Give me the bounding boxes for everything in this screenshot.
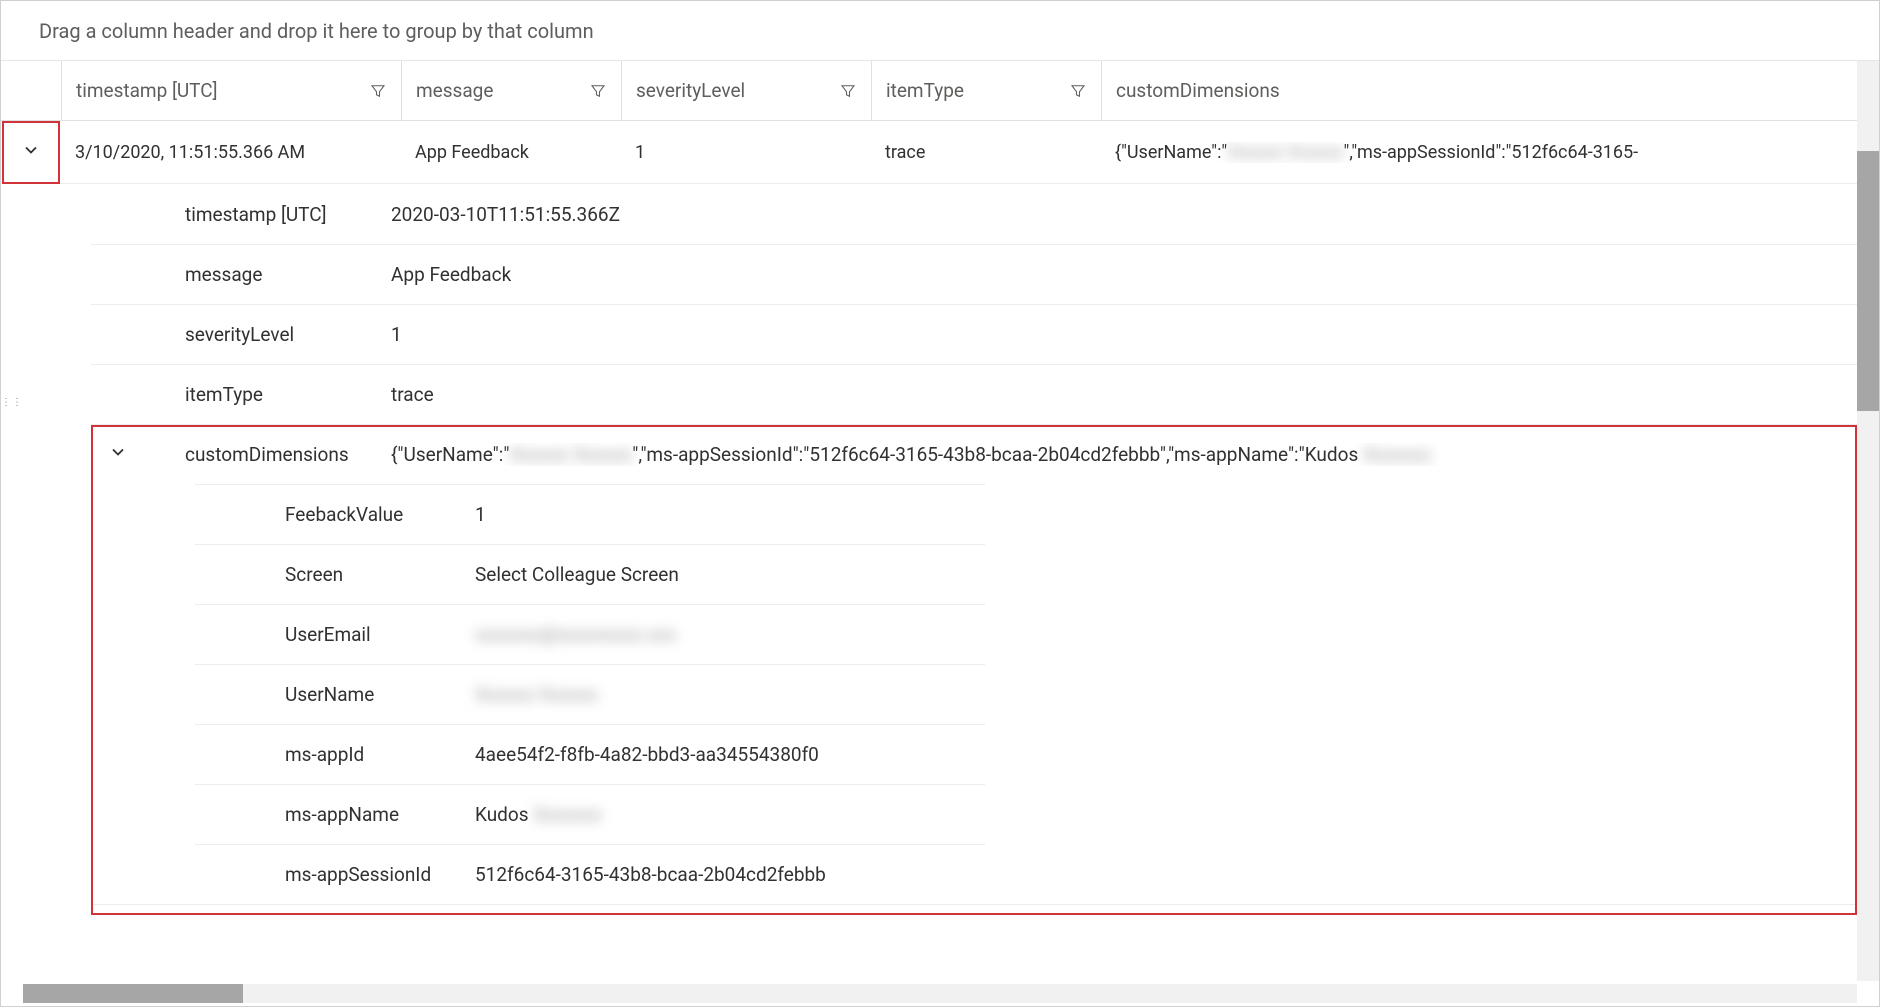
- scrollbar-thumb[interactable]: [1857, 151, 1879, 411]
- horizontal-scrollbar[interactable]: [1, 981, 1857, 1006]
- nested-value: 1: [475, 503, 985, 526]
- results-grid: timestamp [UTC] message severityLevel it…: [1, 61, 1879, 1006]
- nested-key: FeebackValue: [195, 503, 475, 526]
- cell-customdimensions: {"UserName":"Xxxxxx Xxxxxx","ms-appSessi…: [1101, 142, 1879, 163]
- detail-value: 1: [391, 323, 1879, 346]
- detail-row-customdimensions[interactable]: customDimensions {"UserName":"Xxxxxx Xxx…: [91, 424, 1879, 484]
- grouping-drop-area[interactable]: Drag a column header and drop it here to…: [1, 1, 1879, 61]
- detail-value: App Feedback: [391, 263, 1879, 286]
- customdimensions-mid: ","ms-appSessionId":"512f6c64-3165-43b8-…: [632, 443, 1363, 466]
- redacted-text: Xxxxxxx: [533, 803, 601, 826]
- detail-value: {"UserName":"Xxxxxx Xxxxxx","ms-appSessi…: [391, 443, 1879, 466]
- chevron-down-icon: [21, 140, 41, 165]
- nested-row: ms-appName Kudos Xxxxxxx: [195, 784, 985, 844]
- header-itemtype[interactable]: itemType: [871, 61, 1101, 120]
- nested-value: Select Colleague Screen: [475, 563, 985, 586]
- row-detail-panel: timestamp [UTC] 2020-03-10T11:51:55.366Z…: [91, 184, 1879, 905]
- header-customdimensions-label: customDimensions: [1116, 79, 1280, 102]
- redacted-text: Xxxxxx Xxxxxx: [509, 443, 632, 466]
- customdimensions-prefix: {"UserName":": [391, 443, 509, 466]
- nested-value: xxxxxxx@xxxxxxxxx.xxx: [475, 623, 985, 646]
- detail-row-severitylevel: severityLevel 1: [91, 304, 1879, 364]
- nested-row: ms-appId 4aee54f2-f8fb-4a82-bbd3-aa34554…: [195, 724, 985, 784]
- detail-row-message: message App Feedback: [91, 244, 1879, 304]
- detail-value: trace: [391, 383, 1879, 406]
- nested-row: UserEmail xxxxxxx@xxxxxxxxx.xxx: [195, 604, 985, 664]
- customdimensions-nested: FeebackValue 1 Screen Select Colleague S…: [195, 484, 985, 904]
- results-panel: Drag a column header and drop it here to…: [0, 0, 1880, 1007]
- cell-severitylevel: 1: [621, 142, 871, 163]
- nested-key: Screen: [195, 563, 475, 586]
- detail-key: timestamp [UTC]: [91, 203, 391, 226]
- cell-timestamp: 3/10/2020, 11:51:55.366 AM: [61, 142, 401, 163]
- header-message[interactable]: message: [401, 61, 621, 120]
- cell-message: App Feedback: [401, 142, 621, 163]
- filter-icon[interactable]: [1069, 82, 1087, 100]
- header-timestamp-label: timestamp [UTC]: [76, 79, 218, 102]
- filter-icon[interactable]: [369, 82, 387, 100]
- column-headers: timestamp [UTC] message severityLevel it…: [1, 61, 1879, 121]
- nested-key: UserEmail: [195, 623, 475, 646]
- cell-message-value: App Feedback: [415, 142, 529, 163]
- detail-key: message: [91, 263, 391, 286]
- rows-container: 3/10/2020, 11:51:55.366 AM App Feedback …: [1, 121, 1879, 905]
- cell-timestamp-value: 3/10/2020, 11:51:55.366 AM: [75, 142, 305, 163]
- scrollbar-track: [23, 984, 1857, 1003]
- nested-value: 512f6c64-3165-43b8-bcaa-2b04cd2febbb: [475, 863, 985, 886]
- nested-key: ms-appId: [195, 743, 475, 766]
- scrollbar-thumb[interactable]: [23, 984, 243, 1003]
- expand-customdimensions-button[interactable]: [91, 442, 145, 467]
- nested-row: FeebackValue 1: [195, 484, 985, 544]
- grouping-hint-text: Drag a column header and drop it here to…: [39, 19, 594, 43]
- detail-value: 2020-03-10T11:51:55.366Z: [391, 203, 1879, 226]
- nested-key: ms-appSessionId: [195, 863, 475, 886]
- redacted-text: Xxxxxxx: [1363, 443, 1431, 466]
- cell-severitylevel-value: 1: [635, 142, 645, 163]
- nested-key: UserName: [195, 683, 475, 706]
- filter-icon[interactable]: [839, 82, 857, 100]
- redacted-text: Xxxxxx Xxxxxx: [475, 683, 598, 706]
- header-timestamp[interactable]: timestamp [UTC]: [61, 61, 401, 120]
- vertical-scrollbar[interactable]: [1857, 61, 1879, 981]
- cell-customdimensions-prefix: {"UserName":": [1115, 142, 1227, 163]
- nested-value-prefix: Kudos: [475, 803, 533, 826]
- cell-itemtype-value: trace: [885, 142, 925, 163]
- header-severitylevel-label: severityLevel: [636, 79, 745, 102]
- nested-value: Xxxxxx Xxxxxx: [475, 683, 985, 706]
- header-customdimensions[interactable]: customDimensions: [1101, 61, 1879, 120]
- expand-column-header: [1, 61, 61, 120]
- expand-row-button[interactable]: [1, 121, 61, 184]
- cell-customdimensions-suffix: ","ms-appSessionId":"512f6c64-3165-: [1344, 142, 1639, 163]
- nested-row: Screen Select Colleague Screen: [195, 544, 985, 604]
- nested-value: Kudos Xxxxxxx: [475, 803, 985, 826]
- redacted-text: xxxxxxx@xxxxxxxxx.xxx: [475, 623, 676, 646]
- header-message-label: message: [416, 79, 493, 102]
- redacted-text: Xxxxxx Xxxxxx: [1227, 142, 1343, 163]
- nested-key: ms-appName: [195, 803, 475, 826]
- header-itemtype-label: itemType: [886, 79, 964, 102]
- nested-value: 4aee54f2-f8fb-4a82-bbd3-aa34554380f0: [475, 743, 985, 766]
- panel-drag-handle[interactable]: ⋮⋮: [1, 401, 13, 425]
- table-row[interactable]: 3/10/2020, 11:51:55.366 AM App Feedback …: [1, 121, 1879, 184]
- chevron-down-icon: [108, 442, 128, 467]
- cell-itemtype: trace: [871, 142, 1101, 163]
- detail-row-timestamp: timestamp [UTC] 2020-03-10T11:51:55.366Z: [91, 184, 1879, 244]
- detail-row-itemtype: itemType trace: [91, 364, 1879, 424]
- detail-key: itemType: [91, 383, 391, 406]
- detail-key: customDimensions: [145, 443, 391, 466]
- nested-row: ms-appSessionId 512f6c64-3165-43b8-bcaa-…: [195, 844, 985, 904]
- filter-icon[interactable]: [589, 82, 607, 100]
- header-severitylevel[interactable]: severityLevel: [621, 61, 871, 120]
- detail-key: severityLevel: [91, 323, 391, 346]
- nested-row: UserName Xxxxxx Xxxxxx: [195, 664, 985, 724]
